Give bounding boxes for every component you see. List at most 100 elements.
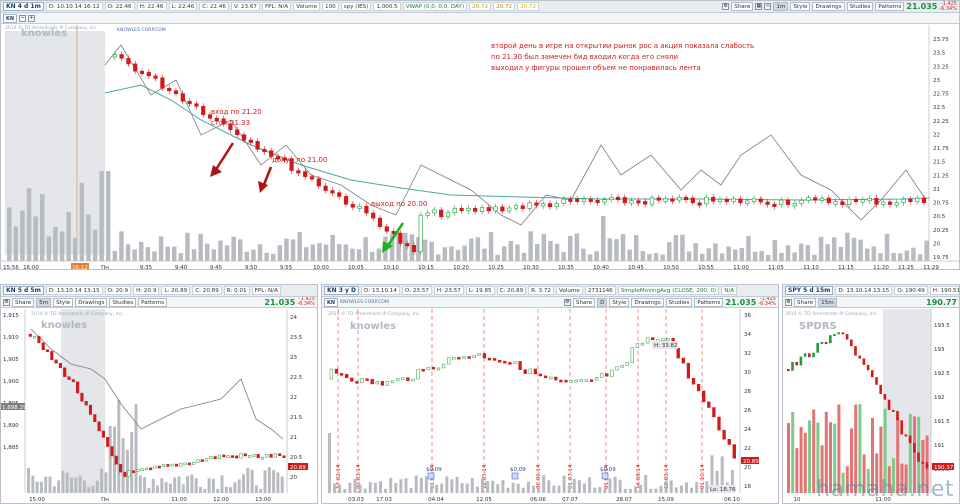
- zoom-out-icon[interactable]: −: [19, 14, 27, 22]
- main-candle: [799, 199, 804, 204]
- bm-candle: [365, 378, 369, 381]
- br-interval-button[interactable]: 15m: [818, 297, 837, 307]
- main-style-button[interactable]: Style: [790, 2, 811, 11]
- bm-volume-bar: [435, 484, 439, 493]
- bm-high: H: 23.57: [433, 286, 464, 295]
- bm-volume-bar: [475, 486, 479, 493]
- main-volume-bar: [851, 237, 857, 261]
- main-candle: [588, 198, 593, 202]
- bm-compare-symbol[interactable]: KN: [324, 297, 339, 307]
- main-candle: [833, 201, 838, 205]
- br-price-chart[interactable]: 193.5193192.5192191.5191190.5190.371011:…: [783, 309, 959, 503]
- bm-symbol-field[interactable]: KN 3 y D: [324, 286, 360, 295]
- br-share-button[interactable]: Share: [794, 297, 817, 307]
- bm-volume-bar: [659, 485, 663, 493]
- main-drawings-button[interactable]: Drawings: [812, 2, 845, 11]
- bl-share-button[interactable]: Share: [12, 297, 35, 307]
- bl-candle: [119, 463, 123, 473]
- bl-volume-bar: [168, 483, 172, 493]
- bm-volume-bar: [486, 480, 490, 493]
- main-volume-bar: [257, 244, 263, 261]
- bl-candle: [28, 333, 32, 337]
- br-symbol-field[interactable]: SPY 5 d 15m: [785, 286, 834, 295]
- main-volume-bar: [884, 233, 890, 261]
- bl-volume-bar: [117, 399, 121, 493]
- bl-symbol-field[interactable]: KN 5 d 5m: [3, 286, 44, 295]
- link-icon[interactable]: ∞: [764, 3, 772, 10]
- main-patterns-button[interactable]: Patterns: [875, 2, 905, 11]
- main-candle: [241, 134, 247, 141]
- bm-volume-bar: [547, 480, 551, 493]
- main-candle: [500, 206, 505, 212]
- main-volume-bar: [73, 237, 78, 261]
- main-y-tick: 23: [933, 78, 940, 84]
- main-x-tick: 10:20: [453, 265, 469, 270]
- br-candle: [866, 364, 870, 371]
- main-interval-button[interactable]: 1m: [773, 2, 789, 11]
- bl-patterns-button[interactable]: Patterns: [138, 297, 168, 307]
- bl-price-chart[interactable]: 1,9151,9101,9051,9001,8951,8901,8851,898…: [1, 309, 317, 503]
- main-volume-bar: [337, 244, 342, 261]
- bl-drawings-button[interactable]: Drawings: [75, 297, 108, 307]
- main-candle: [235, 129, 240, 135]
- br-candle: [824, 342, 828, 345]
- bm-price-chart[interactable]: 36 34 32 30 28 26 24 22 20 18 20.89 03.03 17.03 04.04…: [322, 309, 778, 503]
- bl-candle: [84, 400, 88, 406]
- main-price-chart[interactable]: 23.75 23.5 23.25 23 22.75 22.5 22.25 22 21.75 21.…: [1, 25, 959, 270]
- main-volume-bar: [680, 234, 685, 261]
- bm-style-button[interactable]: Style: [609, 297, 630, 307]
- main-volume-label: Volume: [293, 2, 321, 11]
- main-compare-symbol[interactable]: KN: [3, 13, 18, 23]
- bm-studies-button[interactable]: Studies: [665, 297, 693, 307]
- main-volume-bar: [904, 250, 910, 261]
- bm-drawings-button[interactable]: Drawings: [631, 297, 664, 307]
- bm-interval-button[interactable]: D: [597, 297, 608, 307]
- zoom-in-icon[interactable]: +: [28, 14, 36, 22]
- br-plot-area[interactable]: 193.5193192.5192191.5191190.5190.371011:…: [783, 309, 959, 503]
- main-share-button[interactable]: Share: [731, 2, 754, 11]
- main-volume-bar: [158, 236, 164, 261]
- bl-studies-button[interactable]: Studies: [109, 297, 137, 307]
- main-plot-area[interactable]: 23.75 23.5 23.25 23 22.75 22.5 22.25 22 21.75 21.…: [1, 25, 959, 269]
- bl-change-block: -1.425 -6.34%: [297, 297, 315, 307]
- main-candle: [894, 202, 899, 206]
- bm-candle: [589, 379, 594, 382]
- bl-candle: [205, 458, 209, 462]
- br-y-tick: 192.5: [934, 371, 950, 377]
- bm-candle: [625, 362, 629, 366]
- bm-share-button[interactable]: Share: [572, 297, 596, 307]
- bm-plot-area[interactable]: 36 34 32 30 28 26 24 22 20 18 20.89 03.03 17.03 04.04…: [322, 309, 778, 503]
- bm-patterns-button[interactable]: Patterns: [694, 297, 724, 307]
- main-x-tick: 10:50: [663, 265, 679, 270]
- bl-volume-bar: [104, 472, 108, 493]
- main-volume-bar: [601, 216, 606, 261]
- main-candle: [867, 197, 872, 202]
- bl-plot-area[interactable]: 1,9151,9101,9051,9001,8951,8901,8851,898…: [1, 309, 317, 503]
- main-chart-header: KN 4 d 1m D: 10.10.14 16:12 O: 22.46 H: …: [1, 1, 959, 13]
- bm-candle: [457, 356, 461, 360]
- bl-style-button[interactable]: Style: [53, 297, 74, 307]
- gear-icon[interactable]: ⚙: [563, 298, 571, 306]
- bm-last-price: 21.035: [725, 297, 757, 307]
- main-volume-bar: [488, 232, 494, 261]
- gear-icon[interactable]: ⚙: [722, 3, 730, 10]
- main-volume-bar: [535, 244, 540, 261]
- gear-icon[interactable]: ⚙: [3, 298, 10, 306]
- bl-volume-bar: [44, 476, 48, 493]
- main-candle: [187, 100, 192, 105]
- gear-icon[interactable]: ⚙: [785, 298, 792, 306]
- main-candle: [724, 198, 729, 203]
- main-volume-bar: [145, 247, 151, 261]
- main-volume-bar: [119, 231, 124, 261]
- bm-candle: [554, 376, 558, 381]
- main-studies-button[interactable]: Studies: [846, 2, 874, 11]
- bl-candle: [41, 342, 45, 350]
- bm-volume-bar: [588, 477, 592, 493]
- bl-interval-button[interactable]: 5m: [36, 297, 52, 307]
- main-symbol-field[interactable]: KN 4 d 1m: [3, 2, 44, 11]
- main-x-tick: 11:05: [768, 265, 784, 270]
- bl-candle: [243, 453, 247, 457]
- layout-icon[interactable]: ▦: [755, 3, 763, 10]
- main-volume-bar: [686, 251, 692, 261]
- main-candle: [330, 190, 335, 194]
